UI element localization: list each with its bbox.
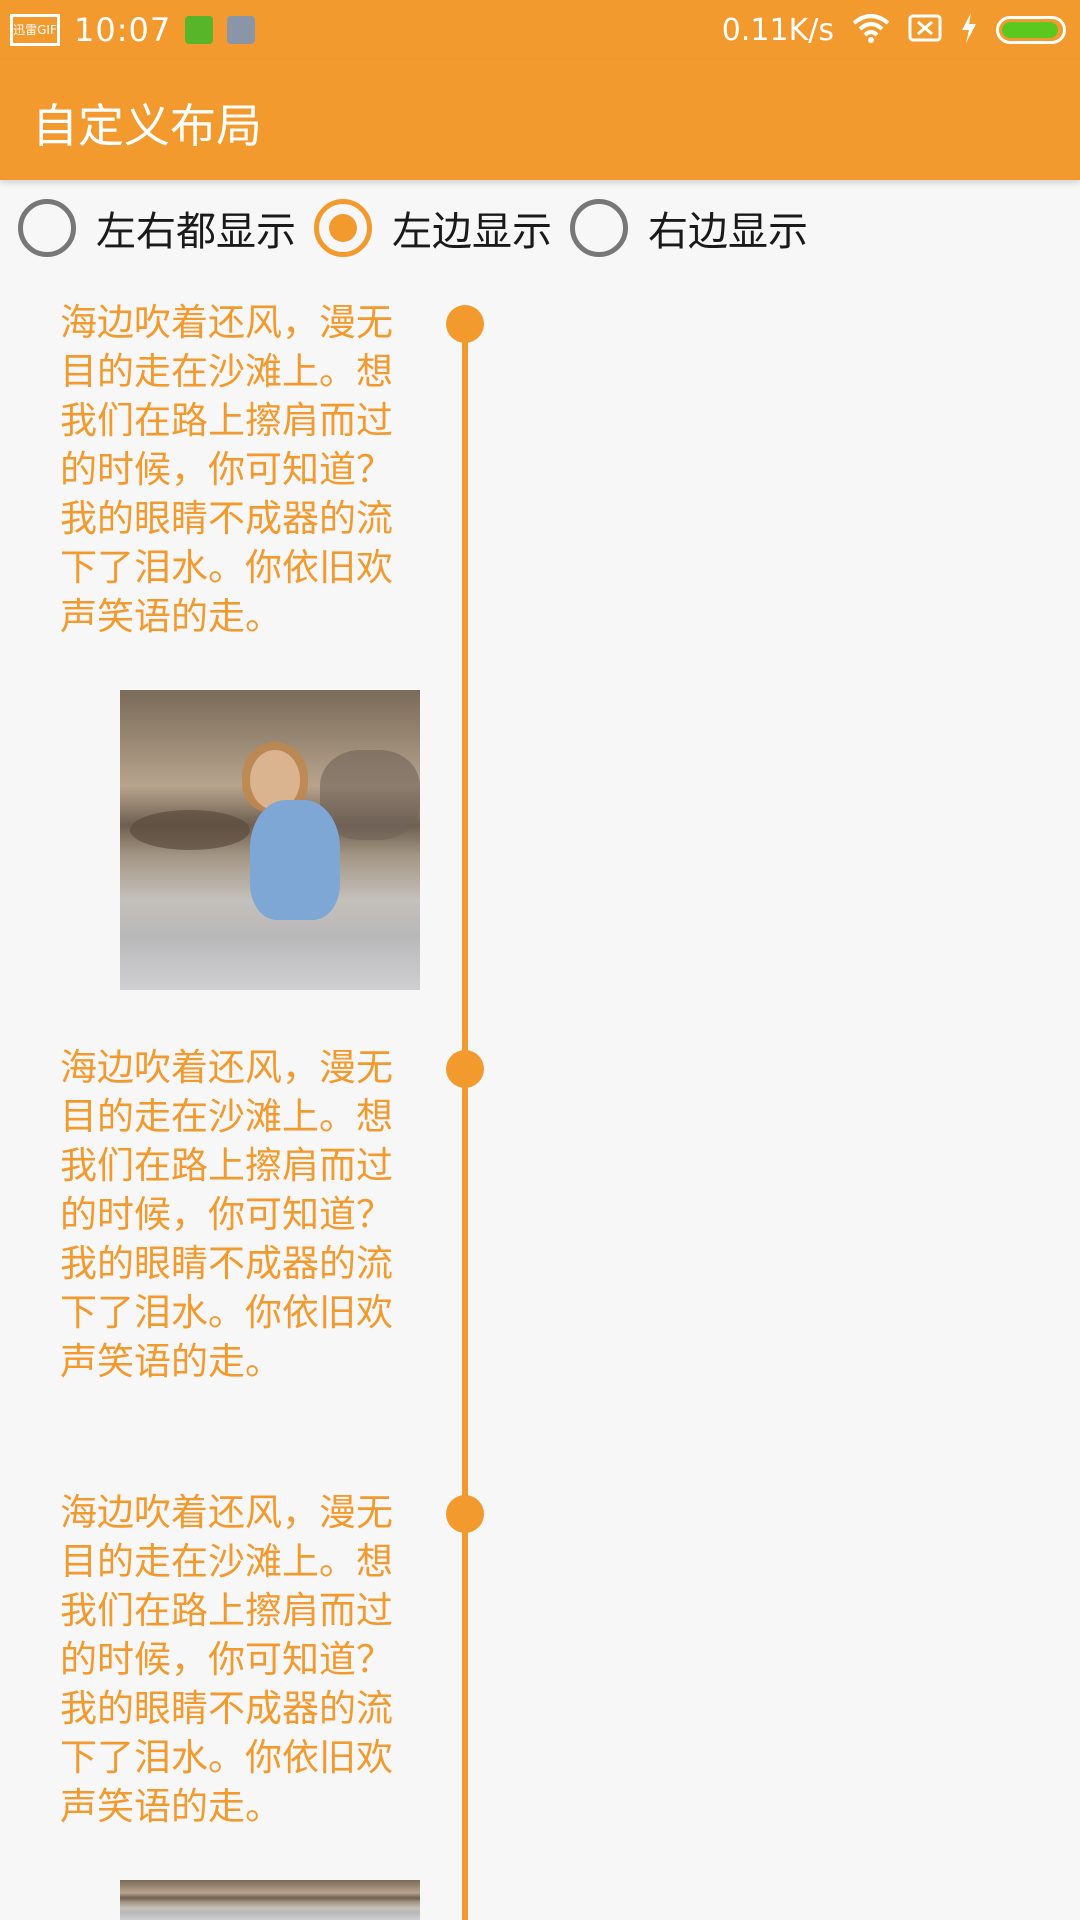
radio-label[interactable]: 右边显示	[648, 199, 808, 257]
radio-right-side[interactable]: 右边显示	[570, 199, 808, 257]
timeline-entry-text: 海边吹着还风，漫无目的走在沙滩上。想我们在路上擦肩而过的时候，你可知道？我的眼睛…	[60, 301, 393, 638]
radio-unchecked-icon[interactable]	[18, 199, 76, 257]
radio-unchecked-icon[interactable]	[570, 199, 628, 257]
timeline-dot	[446, 1050, 484, 1088]
screen-record-icon: 迅雷GIF	[10, 14, 60, 46]
charging-icon	[960, 13, 978, 47]
android-app-icon	[185, 16, 214, 44]
timeline-entry-photo	[120, 1880, 420, 1920]
status-bar: 迅雷GIF 10:07 0.11K/s	[0, 0, 1080, 60]
notification-icon	[227, 16, 256, 44]
timeline-line	[462, 318, 468, 1920]
layout-radio-group: 左右都显示 左边显示 右边显示	[18, 198, 826, 258]
timeline-entry-text: 海边吹着还风，漫无目的走在沙滩上。想我们在路上擦肩而过的时候，你可知道？我的眼睛…	[60, 1046, 393, 1383]
radio-left-side[interactable]: 左边显示	[314, 199, 552, 257]
radio-both-sides[interactable]: 左右都显示	[18, 199, 296, 257]
radio-label[interactable]: 左右都显示	[96, 199, 296, 257]
wifi-icon	[852, 13, 890, 47]
radio-label[interactable]: 左边显示	[392, 199, 552, 257]
sim-off-icon	[908, 14, 942, 46]
battery-icon	[996, 16, 1066, 44]
app-toolbar: 自定义布局	[0, 60, 1080, 180]
page-title: 自定义布局	[32, 99, 262, 153]
status-bar-right: 0.11K/s	[722, 8, 1066, 52]
timeline-entry-text: 海边吹着还风，漫无目的走在沙滩上。想我们在路上擦肩而过的时候，你可知道？我的眼睛…	[60, 1491, 393, 1828]
status-bar-left: 迅雷GIF 10:07	[10, 8, 256, 52]
timeline-entry-photo	[120, 690, 420, 990]
timeline-dot	[446, 1495, 484, 1533]
status-time: 10:07	[74, 11, 172, 49]
screen-record-label: 迅雷GIF	[13, 23, 57, 37]
network-speed: 0.11K/s	[721, 12, 834, 48]
timeline-dot	[446, 305, 484, 343]
battery-level	[1002, 22, 1058, 38]
radio-checked-icon[interactable]	[314, 199, 372, 257]
